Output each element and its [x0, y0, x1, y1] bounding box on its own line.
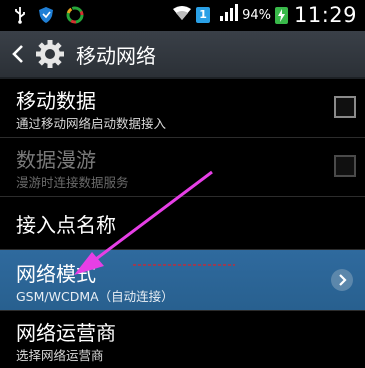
network-mode-subtitle: GSM/WCDMA（自动连接） [16, 289, 174, 304]
wifi-icon [172, 4, 192, 26]
data-roaming-row: 数据漫游 漫游时连接数据服务 [0, 138, 365, 197]
data-roaming-checkbox [334, 155, 356, 177]
data-roaming-title: 数据漫游 [16, 148, 96, 172]
shield-icon [38, 6, 54, 28]
network-operators-title: 网络运营商 [16, 321, 116, 345]
mobile-data-row[interactable]: 移动数据 通过移动网络启动数据接入 [0, 79, 365, 138]
usb-icon [14, 6, 26, 28]
mobile-data-subtitle: 通过移动网络启动数据接入 [16, 116, 167, 131]
network-mode-title: 网络模式 [16, 262, 96, 286]
action-bar: 移动网络 [0, 31, 365, 79]
sync-icon [66, 6, 84, 28]
chevron-right-icon[interactable] [331, 269, 353, 291]
battery-icon [274, 6, 288, 24]
signal-icon [218, 4, 239, 26]
network-operators-subtitle: 选择网络运营商 [16, 348, 104, 363]
access-point-names-title: 接入点名称 [16, 213, 116, 237]
clock: 11:29 [293, 3, 357, 27]
network-operators-row[interactable]: 网络运营商 选择网络运营商 [0, 311, 365, 368]
page-title: 移动网络 [76, 44, 156, 68]
data-roaming-subtitle: 漫游时连接数据服务 [16, 175, 129, 190]
battery-percent: 94% [242, 7, 271, 23]
settings-gear-icon[interactable] [34, 38, 66, 74]
status-bar: 1 94% 11:29 [0, 0, 365, 31]
network-mode-row[interactable]: 网络模式 GSM/WCDMA（自动连接） [0, 250, 365, 311]
access-point-names-row[interactable]: 接入点名称 [0, 197, 365, 250]
sim-badge: 1 [196, 7, 211, 23]
back-arrow-icon[interactable] [12, 45, 24, 67]
mobile-data-checkbox[interactable] [334, 96, 356, 118]
mobile-data-title: 移动数据 [16, 89, 96, 113]
